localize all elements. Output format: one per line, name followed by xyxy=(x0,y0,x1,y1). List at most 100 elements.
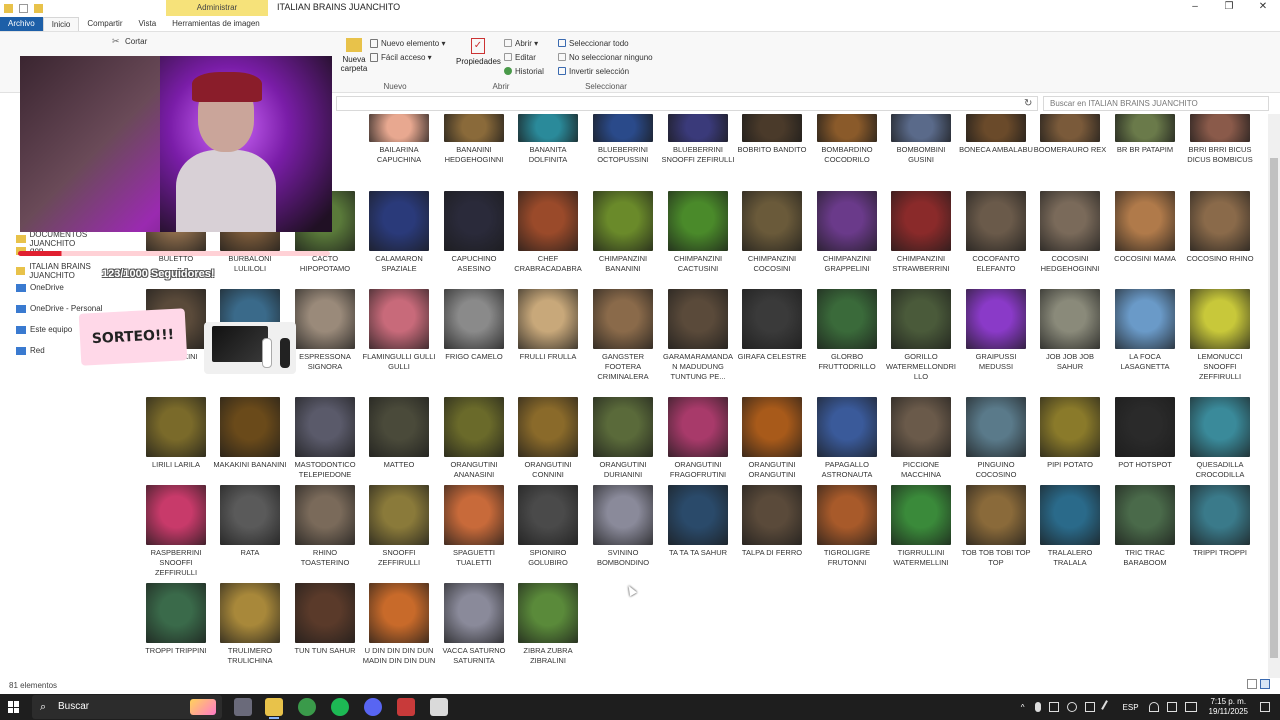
file-item[interactable]: JOB JOB JOB SAHUR xyxy=(1033,289,1107,372)
file-item[interactable]: LIRILI LARILA xyxy=(139,397,213,470)
file-item[interactable]: ORANGUTINI FRAGOFRUTINI xyxy=(661,397,735,480)
file-item[interactable]: CAPUCHINO ASESINO xyxy=(437,191,511,274)
taskbar-search[interactable]: ⌕ Buscar xyxy=(32,695,222,719)
file-item[interactable]: PIPI POTATO xyxy=(1033,397,1107,470)
file-item[interactable]: U DIN DIN DIN DUN MADIN DIN DIN DUN xyxy=(362,583,436,666)
wifi-icon[interactable] xyxy=(1148,702,1159,712)
nav-item[interactable]: Este equipo xyxy=(16,325,72,334)
usb-icon[interactable] xyxy=(1048,702,1059,712)
taskbar-app-chrome[interactable] xyxy=(298,698,316,716)
select-all-button[interactable]: Seleccionar todo xyxy=(558,36,653,50)
file-item[interactable]: TRULIMERO TRULICHINA xyxy=(213,583,287,666)
tab-image-tools[interactable]: Herramientas de imagen xyxy=(164,17,268,31)
file-item[interactable]: TALPA DI FERRO xyxy=(735,485,809,558)
tab-share[interactable]: Compartir xyxy=(79,17,130,31)
open-button[interactable]: Abrir ▾ xyxy=(504,36,544,50)
history-button[interactable]: Historial xyxy=(504,64,544,78)
file-item[interactable]: VACCA SATURNO SATURNITA xyxy=(437,583,511,666)
refresh-icon[interactable]: ↻ xyxy=(1024,98,1032,109)
scrollbar-thumb[interactable] xyxy=(1270,158,1278,658)
file-item[interactable]: FLAMINGULLI GULLI GULLI xyxy=(362,289,436,372)
audio-device-icon[interactable] xyxy=(1066,702,1077,712)
folder-icon[interactable] xyxy=(4,3,13,13)
file-item[interactable]: GORILLO WATERMELLONDRILLO xyxy=(884,289,958,382)
file-item[interactable]: TUN TUN SAHUR xyxy=(288,583,362,656)
file-item[interactable]: FRULLI FRULLA xyxy=(511,289,585,362)
nav-item[interactable]: OneDrive - Personal xyxy=(16,304,102,313)
file-item[interactable]: BLUEBERRINI SNOOFFI ZEFIRULLI xyxy=(661,114,735,165)
file-item[interactable]: QUESADILLA CROCODILLA xyxy=(1183,397,1257,480)
file-item[interactable]: MASTODONTICO TELEPIEDONE xyxy=(288,397,362,480)
file-item[interactable]: RHINO TOASTERINO xyxy=(288,485,362,568)
file-item[interactable]: RATA xyxy=(213,485,287,558)
tab-home[interactable]: Inicio xyxy=(42,17,80,31)
file-item[interactable]: TIGROLIGRE FRUTONNI xyxy=(810,485,884,568)
file-item[interactable]: CHIMPANZINI BANANINI xyxy=(586,191,660,274)
file-item[interactable]: ESPRESSONA SIGNORA xyxy=(288,289,362,372)
new-item-button[interactable]: Nuevo elemento ▾ xyxy=(370,36,446,50)
file-item[interactable]: TA TA TA SAHUR xyxy=(661,485,735,558)
file-item[interactable]: FRIGO CAMELO xyxy=(437,289,511,362)
monitor-icon[interactable] xyxy=(1084,702,1095,712)
file-item[interactable]: ORANGUTINI ANANASINI xyxy=(437,397,511,480)
file-item[interactable]: CHIMPANZINI STRAWBERRINI xyxy=(884,191,958,274)
file-item[interactable]: TRIPPI TROPPI xyxy=(1183,485,1257,558)
details-view-icon[interactable] xyxy=(1247,679,1257,689)
language-indicator[interactable]: ESP xyxy=(1123,703,1139,712)
file-item[interactable]: TRIC TRAC BARABOOM xyxy=(1108,485,1182,568)
properties-button[interactable]: ✓ Propiedades xyxy=(456,38,501,66)
file-item[interactable]: CHEF CRABRACADABRA xyxy=(511,191,585,274)
file-item[interactable]: ORANGUTINI CONNINI xyxy=(511,397,585,480)
file-item[interactable]: MAKAKINI BANANINI xyxy=(213,397,287,470)
select-none-button[interactable]: No seleccionar ninguno xyxy=(558,50,653,64)
close-button[interactable]: ✕ xyxy=(1246,0,1280,16)
file-item[interactable]: BANANITA DOLFINITA xyxy=(511,114,585,165)
taskbar-app-obs[interactable] xyxy=(397,698,415,716)
volume-icon[interactable] xyxy=(1166,702,1177,712)
file-item[interactable]: TROPPI TRIPPINI xyxy=(139,583,213,656)
large-icons-view-icon[interactable] xyxy=(1260,679,1270,689)
file-item[interactable]: TRALALERO TRALALA xyxy=(1033,485,1107,568)
file-item[interactable]: SNOOFFI ZEFFIRULLI xyxy=(362,485,436,568)
file-item[interactable]: BOBRITO BANDITO xyxy=(735,114,809,155)
minimize-button[interactable]: – xyxy=(1178,0,1212,16)
cut-button[interactable]: ✂ Cortar xyxy=(112,34,172,48)
file-item[interactable]: GRAIPUSSI MEDUSSI xyxy=(959,289,1033,372)
file-item[interactable]: PINGUINO COCOSINO xyxy=(959,397,1033,480)
file-item[interactable]: RASPBERRINI SNOOFFI ZEFFIRULLI xyxy=(139,485,213,578)
file-item[interactable]: BRRI BRRI BICUS DICUS BOMBICUS xyxy=(1183,114,1257,165)
file-item[interactable]: COCOSINO RHINO xyxy=(1183,191,1257,264)
file-item[interactable]: SVININO BOMBONDINO xyxy=(586,485,660,568)
nav-item[interactable]: OneDrive xyxy=(16,283,64,292)
file-item[interactable]: CHIMPANZINI COCOSINI xyxy=(735,191,809,274)
vertical-scrollbar[interactable] xyxy=(1268,114,1280,678)
tab-file[interactable]: Archivo xyxy=(0,17,43,31)
battery-icon[interactable] xyxy=(1184,702,1197,712)
new-folder-button[interactable]: Nueva carpeta xyxy=(340,38,368,73)
taskbar-app-sniping[interactable] xyxy=(234,698,252,716)
file-item[interactable]: BAILARINA CAPUCHINA xyxy=(362,114,436,165)
invert-selection-button[interactable]: Invertir selección xyxy=(558,64,653,78)
file-item[interactable]: BANANINI HEDGEHOGINNI xyxy=(437,114,511,165)
file-item[interactable]: COCOSINI HEDGEHOGINNI xyxy=(1033,191,1107,274)
microphone-icon[interactable] xyxy=(1034,702,1041,712)
address-bar[interactable] xyxy=(336,96,1038,111)
windows-start-icon[interactable] xyxy=(8,701,20,713)
folder-small-icon[interactable] xyxy=(34,3,43,13)
file-item[interactable]: BOMBOMBINI GUSINI xyxy=(884,114,958,165)
edit-button[interactable]: Editar xyxy=(504,50,544,64)
search-input[interactable]: Buscar en ITALIAN BRAINS JUANCHITO xyxy=(1043,96,1269,111)
taskbar-app-discord[interactable] xyxy=(364,698,382,716)
chevron-up-icon[interactable]: ^ xyxy=(1021,703,1025,712)
file-item[interactable]: BLUEBERRINI OCTOPUSSINI xyxy=(586,114,660,165)
notification-icon[interactable] xyxy=(1260,702,1270,712)
file-item[interactable]: SPIONIRO GOLUBIRO xyxy=(511,485,585,568)
file-item[interactable]: BOOMERAURO REX xyxy=(1033,114,1107,155)
file-item[interactable]: COCOFANTO ELEFANTO xyxy=(959,191,1033,274)
maximize-button[interactable]: ❐ xyxy=(1212,0,1246,16)
context-tab-manage[interactable]: Administrar xyxy=(166,0,268,16)
file-item[interactable]: GLORBO FRUTTODRILLO xyxy=(810,289,884,372)
nav-item[interactable]: Red xyxy=(16,346,45,355)
file-item[interactable]: GANGSTER FOOTERA CRIMINALERA xyxy=(586,289,660,382)
file-item[interactable]: CALAMARON SPAZIALE xyxy=(362,191,436,274)
